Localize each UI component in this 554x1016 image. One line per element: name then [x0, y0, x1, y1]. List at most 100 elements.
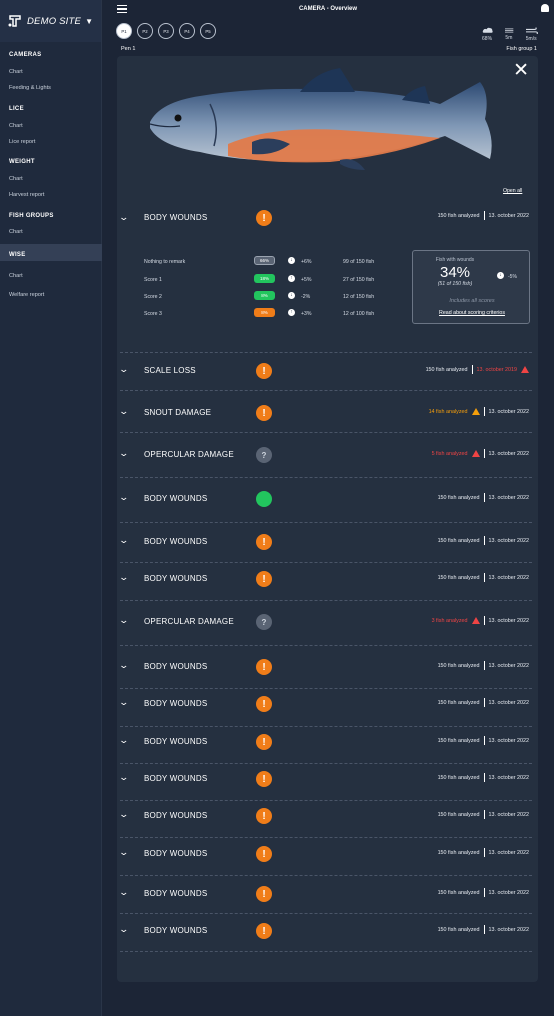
- info-divider: [483, 698, 485, 707]
- arrow-down-icon: ↓: [288, 292, 295, 299]
- sidebar-item-chart[interactable]: Chart: [9, 123, 23, 129]
- metric-row-body-wounds[interactable]: ⌄ BODY WOUNDS! 150 fish analyzed 13. octobe…: [117, 733, 538, 753]
- row-label: BODY WOUNDS: [144, 926, 208, 935]
- score-row: Score 1 18% ↑ +5% 27 of 150 fish: [144, 274, 384, 286]
- sidebar-item-chart[interactable]: Chart: [9, 229, 23, 235]
- info-divider: [483, 407, 485, 416]
- metric-row-body-wounds[interactable]: ⌄ BODY WOUNDS 150 fish analyzed 13. october…: [117, 490, 538, 510]
- analyzed-count: 150 fish analyzed: [437, 699, 480, 706]
- analysis-date: 13. october 2022: [488, 926, 529, 933]
- chevron-down-icon[interactable]: ⌄: [118, 535, 129, 546]
- analyzed-count: 150 fish analyzed: [437, 212, 480, 219]
- site-selector[interactable]: DEMO SITE ▼: [0, 0, 101, 42]
- row-info: 150 fish analyzed 13. october 2022: [438, 773, 529, 782]
- salmon-illustration: [149, 68, 492, 170]
- row-divider: [120, 837, 532, 838]
- pen-button-p1[interactable]: P1: [116, 23, 132, 39]
- chevron-down-icon[interactable]: ⌄: [118, 660, 129, 671]
- row-divider: [120, 600, 532, 601]
- sidebar-item-chart[interactable]: Chart: [9, 273, 23, 279]
- sidebar-item-welfare-report[interactable]: Welfare report: [9, 292, 44, 298]
- score-percent-pill: 18%: [254, 274, 275, 283]
- metric-row-scale-loss[interactable]: ⌄ SCALE LOSS! 150 fish analyzed 13. october…: [117, 362, 538, 382]
- metric-row-body-wounds[interactable]: ⌄ BODY WOUNDS! 150 fish analyzed 13. octobe…: [117, 533, 538, 553]
- analysis-date: 13. october 2022: [488, 494, 529, 501]
- metric-row-body-wounds[interactable]: ⌄ BODY WOUNDS! 150 fish analyzed 13. octobe…: [117, 770, 538, 790]
- bell-icon[interactable]: [541, 4, 549, 12]
- analysis-date: 13. october 2022: [488, 617, 529, 624]
- sidebar-item-chart[interactable]: Chart: [9, 176, 23, 182]
- info-divider: [483, 888, 485, 897]
- analysis-date: 13. october 2022: [488, 574, 529, 581]
- row-divider: [120, 390, 532, 391]
- row-label: BODY WOUNDS: [144, 737, 208, 746]
- metric-row-body-wounds[interactable]: ⌄ BODY WOUNDS! 150 fish analyzed 13. octobe…: [117, 922, 538, 942]
- analyzed-count: 150 fish analyzed: [437, 811, 480, 818]
- score-fish-count: 12 of 100 fish: [343, 311, 375, 317]
- pen-button-p4[interactable]: P4: [179, 23, 195, 39]
- open-all-link[interactable]: Open all: [503, 188, 522, 194]
- row-divider: [120, 913, 532, 914]
- chevron-down-icon[interactable]: ▼: [85, 17, 93, 26]
- metric-row-body-wounds[interactable]: ⌄ BODY WOUNDS! 150 fish analyzed 13. octobe…: [117, 845, 538, 865]
- analysis-date: 13. october 2022: [488, 212, 529, 219]
- sidebar-section-fish-groups: FISH GROUPS: [9, 213, 54, 219]
- metric-row-body-wounds[interactable]: ⌄ BODY WOUNDS! 150 fish analyzed 13. octobe…: [117, 570, 538, 590]
- info-divider: [483, 493, 485, 502]
- arrow-up-icon: ↑: [288, 275, 295, 282]
- row-divider: [120, 562, 532, 563]
- summary-title: Fish with wounds: [435, 257, 475, 263]
- analysis-date: 13. october 2022: [488, 737, 529, 744]
- metric-row-body-wounds[interactable]: ⌄ BODY WOUNDS! 150 fish analyzed 13. octobe…: [117, 695, 538, 715]
- metric-row-opercular-damage[interactable]: ⌄ OPERCULAR DAMAGE? 5 fish analyzed 13. oct…: [117, 446, 538, 466]
- chevron-down-icon[interactable]: ⌄: [118, 364, 129, 375]
- pen-button-p3[interactable]: P3: [158, 23, 174, 39]
- chevron-down-icon[interactable]: ⌄: [118, 847, 129, 858]
- warning-triangle-icon: [471, 617, 480, 624]
- sidebar-item-lice-report[interactable]: Lice report: [9, 139, 35, 145]
- row-divider: [120, 800, 532, 801]
- row-label: BODY WOUNDS: [144, 537, 208, 546]
- metric-row-body-wounds[interactable]: ⌄ BODY WOUNDS! 150 fish analyzed 13. octobe…: [117, 807, 538, 827]
- analysis-date: 13. october 2022: [488, 849, 529, 856]
- fish-group-label: Fish group 1: [506, 46, 537, 52]
- analyzed-count: 150 fish analyzed: [437, 889, 480, 896]
- pen-button-p2[interactable]: P2: [137, 23, 153, 39]
- chevron-down-icon[interactable]: ⌄: [118, 615, 129, 626]
- chevron-down-icon[interactable]: ⌄: [118, 697, 129, 708]
- expanded-row-body-wounds[interactable]: ⌄ BODY WOUNDS ! 150 fish analyzed 13. oc…: [117, 208, 538, 230]
- sidebar-item-chart[interactable]: Chart: [9, 69, 23, 75]
- metric-row-body-wounds[interactable]: ⌄ BODY WOUNDS! 150 fish analyzed 13. octobe…: [117, 885, 538, 905]
- arrow-up-icon: ↑: [288, 309, 295, 316]
- row-label: BODY WOUNDS: [144, 811, 208, 820]
- metric-row-opercular-damage[interactable]: ⌄ OPERCULAR DAMAGE? 3 fish analyzed 13. oct…: [117, 613, 538, 633]
- score-percent-pill: 8%: [254, 308, 275, 317]
- info-divider: [483, 773, 485, 782]
- sidebar-item-harvest-report[interactable]: Harvest report: [9, 192, 44, 198]
- row-label: SCALE LOSS: [144, 366, 196, 375]
- row-label: BODY WOUNDS: [144, 574, 208, 583]
- scoring-criteria-link[interactable]: Read about scoring criterios: [413, 310, 531, 316]
- close-icon[interactable]: ✕: [513, 61, 529, 80]
- cloud-indicator: 68%: [482, 27, 493, 42]
- chevron-down-icon[interactable]: ⌄: [118, 809, 129, 820]
- chevron-down-icon[interactable]: ⌄: [118, 212, 129, 223]
- warning-triangle-icon: [521, 366, 529, 373]
- chevron-down-icon[interactable]: ⌄: [118, 735, 129, 746]
- chevron-down-icon[interactable]: ⌄: [118, 492, 129, 503]
- pen-button-p5[interactable]: P5: [200, 23, 216, 39]
- chevron-down-icon[interactable]: ⌄: [118, 772, 129, 783]
- chevron-down-icon[interactable]: ⌄: [118, 406, 129, 417]
- sidebar-item-feeding-lights[interactable]: Feeding & Lights: [9, 85, 51, 91]
- unknown-badge-icon: ?: [256, 447, 272, 463]
- chevron-down-icon[interactable]: ⌄: [118, 448, 129, 459]
- chevron-down-icon[interactable]: ⌄: [118, 887, 129, 898]
- metric-row-body-wounds[interactable]: ⌄ BODY WOUNDS! 150 fish analyzed 13. octobe…: [117, 658, 538, 678]
- chevron-down-icon[interactable]: ⌄: [118, 924, 129, 935]
- chevron-down-icon[interactable]: ⌄: [118, 572, 129, 583]
- pen-selector: P1 P2 P3 P4 P5: [116, 23, 216, 39]
- metric-row-snout-damage[interactable]: ⌄ SNOUT DAMAGE! 14 fish analyzed 13. octobe…: [117, 404, 538, 424]
- sidebar: DEMO SITE ▼ CAMERAS Chart Feeding & Lights…: [0, 0, 102, 1016]
- warning-triangle-icon: [471, 450, 480, 457]
- analysis-date: 13. october 2019: [476, 366, 517, 373]
